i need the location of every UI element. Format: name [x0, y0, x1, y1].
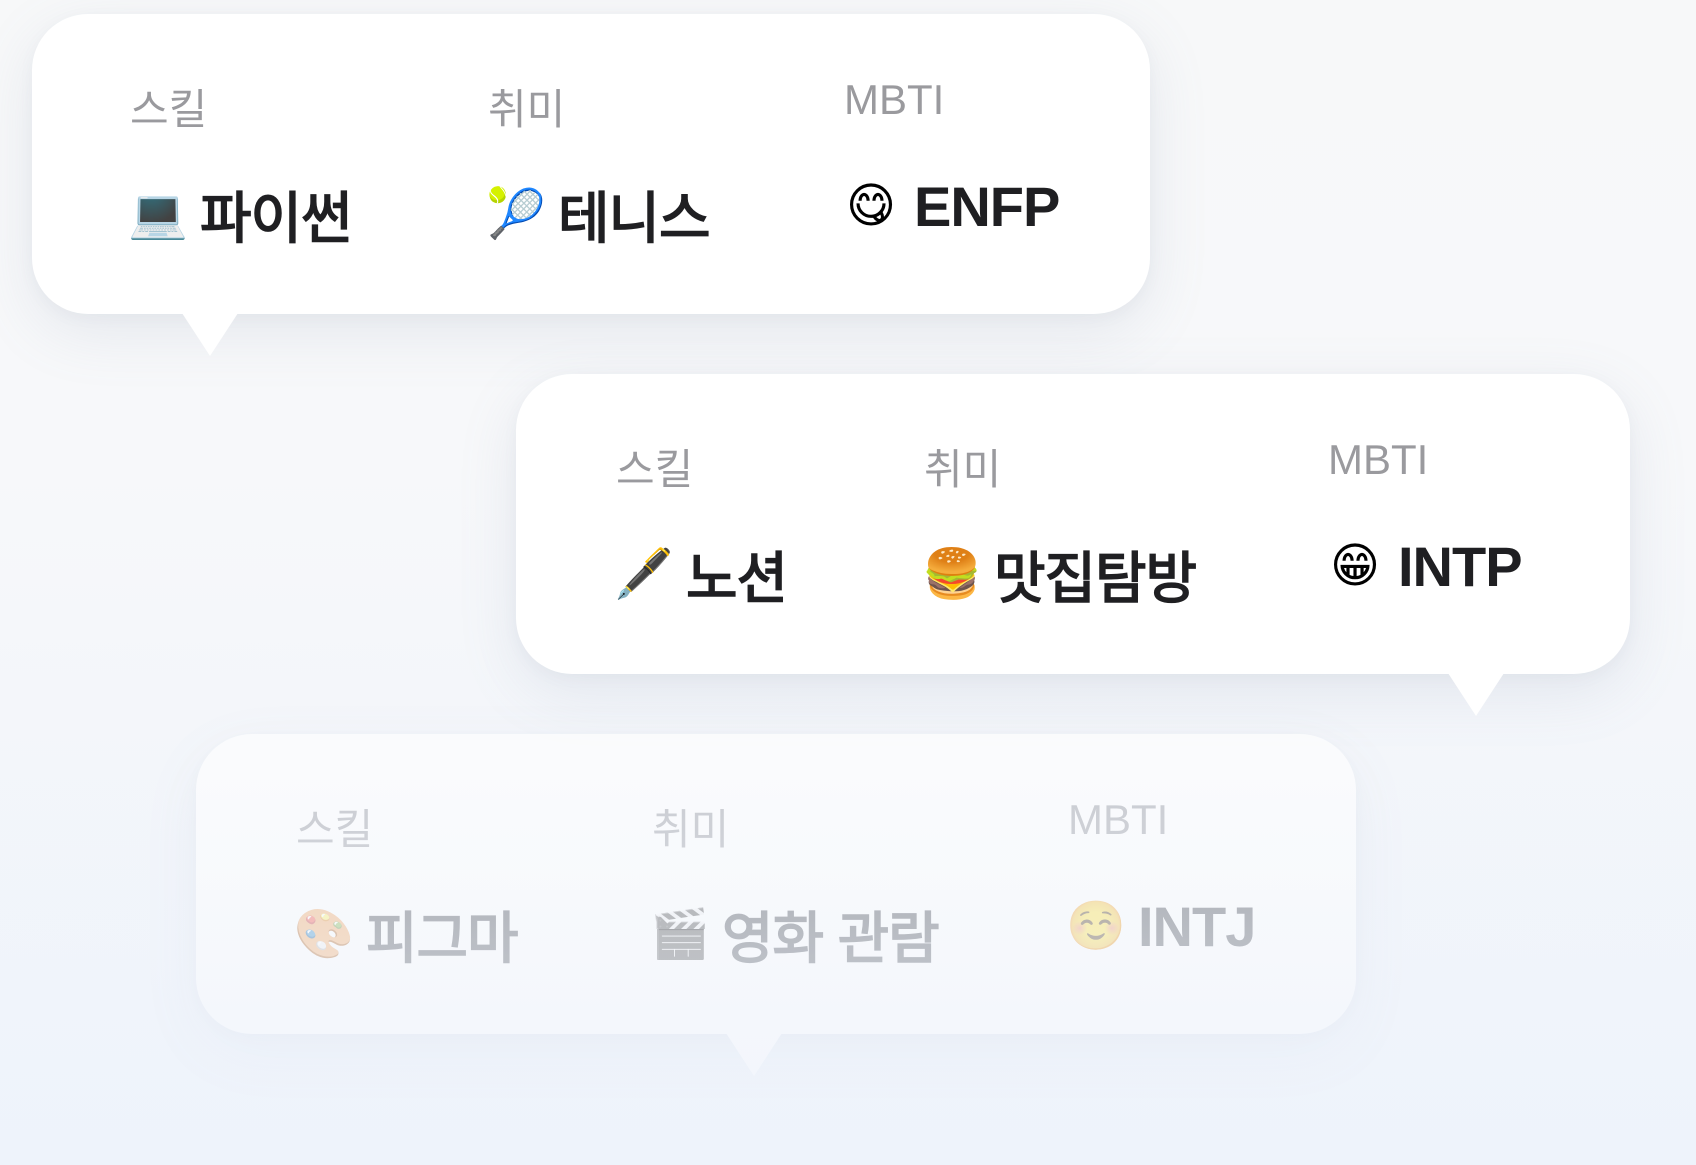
hamburger-icon: 🍔 [922, 547, 982, 601]
skill-label: 스킬 [296, 806, 374, 853]
skill-text: 피그마 [366, 907, 519, 970]
tennis-ball-icon: 🎾 [486, 187, 546, 241]
yum-face-icon: 😋 [845, 179, 897, 233]
mbti-text: INTJ [1138, 895, 1256, 958]
skill-text: 노션 [686, 547, 788, 610]
mbti-value: ☺️ INTJ [1066, 894, 1256, 959]
smiling-face-icon: ☺️ [1066, 899, 1126, 953]
mbti-label: MBTI [1328, 436, 1429, 483]
hobby-text: 테니스 [558, 187, 711, 250]
hobby-label: 취미 [924, 446, 1002, 493]
mbti-text: INTP [1398, 535, 1523, 598]
skill-text: 파이썬 [200, 187, 353, 250]
mbti-text: ENFP [914, 175, 1060, 238]
hobby-value: 🎬 영화 관람 [650, 894, 940, 975]
mbti-label: MBTI [1068, 796, 1169, 843]
hobby-value: 🎾 테니스 [486, 174, 711, 255]
mbti-value: 😋 ENFP [842, 174, 1060, 239]
skill-value: 💻 파이썬 [128, 174, 353, 255]
hobby-label: 취미 [652, 806, 730, 853]
bubble-tail [1446, 670, 1506, 716]
grinning-face-icon: 😁 [1329, 539, 1381, 593]
hobby-text: 맛집탐방 [994, 547, 1197, 610]
palette-icon: 🎨 [294, 907, 354, 961]
hobby-label: 취미 [488, 86, 566, 133]
mbti-label: MBTI [844, 76, 945, 123]
bubble-tail [724, 1030, 784, 1076]
profile-bubble-3: 스킬 취미 MBTI 🎨 피그마 🎬 영화 관람 ☺️ INTJ [196, 734, 1356, 1076]
clapper-board-icon: 🎬 [650, 907, 710, 961]
profile-bubble-1: 스킬 취미 MBTI 💻 파이썬 🎾 테니스 😋 ENFP [32, 14, 1150, 356]
skill-label: 스킬 [130, 86, 208, 133]
skill-value: 🖋️ 노션 [614, 534, 788, 615]
fountain-pen-icon: 🖋️ [614, 547, 674, 601]
skill-label: 스킬 [616, 446, 694, 493]
skill-value: 🎨 피그마 [294, 894, 519, 975]
hobby-text: 영화 관람 [722, 907, 940, 970]
laptop-icon: 💻 [128, 187, 188, 241]
profile-bubble-2: 스킬 취미 MBTI 🖋️ 노션 🍔 맛집탐방 😁 INTP [516, 374, 1630, 716]
mbti-value: 😁 INTP [1326, 534, 1523, 599]
hobby-value: 🍔 맛집탐방 [922, 534, 1197, 615]
bubble-tail [180, 310, 240, 356]
